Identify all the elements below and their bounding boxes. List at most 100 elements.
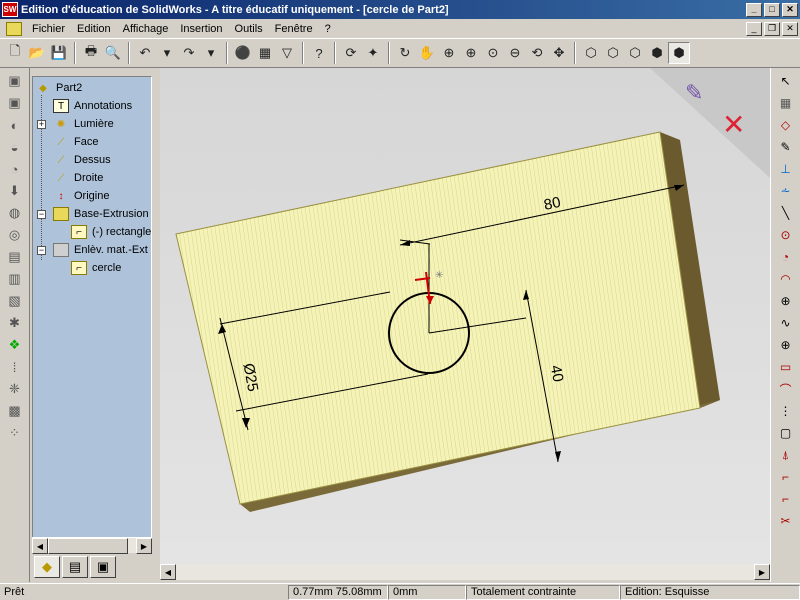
zoom-fit-icon[interactable]: ⊕ bbox=[438, 42, 460, 64]
tree-item-origine[interactable]: ↕ Origine bbox=[53, 187, 110, 205]
view-scroll-left-icon[interactable]: ◀ bbox=[160, 564, 176, 580]
feature-tool-icon[interactable]: ▧ bbox=[5, 292, 25, 310]
feature-tool-icon[interactable]: ▣ bbox=[5, 72, 25, 90]
grid-icon[interactable]: ▦ bbox=[776, 94, 796, 112]
fillet-icon[interactable]: ⌐ bbox=[776, 468, 796, 486]
menu-fenetre[interactable]: Fenêtre bbox=[269, 20, 319, 37]
dimension-icon[interactable]: ⊥ bbox=[776, 160, 796, 178]
feature-tool-icon[interactable]: ⬇ bbox=[5, 182, 25, 200]
viewport-horizontal-scrollbar[interactable]: ◀ ▶ bbox=[160, 564, 770, 580]
circle-icon[interactable]: ⊕ bbox=[776, 292, 796, 310]
line-icon[interactable]: ╲ bbox=[776, 204, 796, 222]
feature-tool-icon[interactable]: ❈ bbox=[5, 380, 25, 398]
tree-item-lumiere[interactable]: ✺ Lumière bbox=[53, 115, 114, 133]
new-icon[interactable]: 🗋 bbox=[4, 42, 26, 64]
feature-tool-icon[interactable]: ◒ bbox=[5, 138, 25, 156]
menu-outils[interactable]: Outils bbox=[229, 20, 269, 37]
feature-tool-icon[interactable]: ▣ bbox=[5, 94, 25, 112]
zoom-area-icon[interactable]: ⊙ bbox=[482, 42, 504, 64]
tree-item-root[interactable]: ◆ Part2 bbox=[35, 79, 82, 97]
doc-restore-button[interactable]: ❐ bbox=[764, 21, 780, 36]
rotate-view-icon[interactable]: ⟲ bbox=[526, 42, 548, 64]
feature-manager-tab-icon[interactable]: ◆ bbox=[34, 556, 60, 578]
menu-affichage[interactable]: Affichage bbox=[117, 20, 175, 37]
wireframe-icon[interactable]: ⬡ bbox=[580, 42, 602, 64]
scroll-right-icon[interactable]: ▶ bbox=[136, 538, 152, 554]
dim-width-label[interactable]: 80 bbox=[542, 194, 562, 214]
tree-item-cut-extrude[interactable]: Enlèv. mat.-Ext bbox=[53, 241, 148, 259]
rectangle-icon[interactable]: ▭ bbox=[776, 358, 796, 376]
spline-icon[interactable]: ∿ bbox=[776, 314, 796, 332]
tree-item-face[interactable]: ⟋ Face bbox=[53, 133, 99, 151]
redo-dropdown-icon[interactable]: ▾ bbox=[200, 42, 222, 64]
print-preview-icon[interactable]: 🔍 bbox=[102, 42, 124, 64]
point-icon[interactable]: ⊙ bbox=[776, 226, 796, 244]
rotate-icon[interactable]: ↻ bbox=[394, 42, 416, 64]
feature-tool-icon[interactable]: ◍ bbox=[5, 204, 25, 222]
tree-item-droite[interactable]: ⟋ Droite bbox=[53, 169, 104, 187]
tree-item-dessus[interactable]: ⟋ Dessus bbox=[53, 151, 111, 169]
document-icon[interactable] bbox=[6, 21, 22, 36]
traffic-light-icon[interactable]: ⚫ bbox=[232, 42, 254, 64]
shaded-icon[interactable]: ⬢ bbox=[668, 42, 690, 64]
tree-item-cercle-sketch[interactable]: ⌐ cercle bbox=[71, 259, 121, 277]
whats-this-icon[interactable]: ? bbox=[308, 42, 330, 64]
hidden-lines-icon[interactable]: ⬡ bbox=[602, 42, 624, 64]
open-icon[interactable]: 📂 bbox=[26, 42, 48, 64]
feature-tool-icon[interactable]: ▩ bbox=[5, 402, 25, 420]
shaded-edges-icon[interactable]: ⬢ bbox=[646, 42, 668, 64]
sketch-pencil-icon[interactable]: ✎ bbox=[776, 138, 796, 156]
pan-icon[interactable]: ✋ bbox=[416, 42, 438, 64]
feature-tool-icon[interactable]: ◐ bbox=[5, 116, 25, 134]
menu-edition[interactable]: Edition bbox=[71, 20, 117, 37]
tree-item-base-extrusion[interactable]: Base-Extrusion bbox=[53, 205, 149, 223]
trim-icon[interactable]: ✂ bbox=[776, 512, 796, 530]
menu-fichier[interactable]: Fichier bbox=[26, 20, 71, 37]
undo-dropdown-icon[interactable]: ▾ bbox=[156, 42, 178, 64]
tree-item-rectangle-sketch[interactable]: ⌐ (-) rectangle bbox=[71, 223, 151, 241]
scroll-thumb[interactable] bbox=[48, 538, 128, 554]
feature-tool-icon[interactable]: ▥ bbox=[5, 270, 25, 288]
offset-icon[interactable]: ▢ bbox=[776, 424, 796, 442]
tree-item-annotations[interactable]: T Annotations bbox=[53, 97, 132, 115]
options-icon[interactable]: ✦ bbox=[362, 42, 384, 64]
print-icon[interactable]: 🖶 bbox=[80, 42, 102, 64]
configuration-manager-tab-icon[interactable]: ▣ bbox=[90, 556, 116, 578]
select-icon[interactable]: ↖ bbox=[776, 72, 796, 90]
minimize-button[interactable]: _ bbox=[746, 2, 762, 17]
tree-horizontal-scrollbar[interactable]: ◀ ▶ bbox=[32, 537, 152, 554]
feature-tool-icon[interactable]: ⁞ bbox=[5, 358, 25, 376]
grid-icon[interactable]: ▦ bbox=[254, 42, 276, 64]
chamfer-icon[interactable]: ⌐ bbox=[776, 490, 796, 508]
filter-icon[interactable]: ▽ bbox=[276, 42, 298, 64]
arc-icon[interactable]: ◔ bbox=[776, 248, 796, 266]
feature-tool-icon[interactable]: ◎ bbox=[5, 226, 25, 244]
relations-icon[interactable]: ⩪ bbox=[776, 182, 796, 200]
polygon-icon[interactable]: ⌒ bbox=[776, 380, 796, 398]
rebuild-icon[interactable]: ⟳ bbox=[340, 42, 362, 64]
model-view[interactable]: 80 40 Ø25 ✳ ✎ ✕ bbox=[160, 68, 770, 565]
feature-tool-icon[interactable]: ⁘ bbox=[5, 424, 25, 442]
eraser-icon[interactable]: ◇ bbox=[776, 116, 796, 134]
redo-icon[interactable]: ↷ bbox=[178, 42, 200, 64]
feature-tool-icon[interactable]: ◔ bbox=[5, 160, 25, 178]
centerline-icon[interactable]: ⋮ bbox=[776, 402, 796, 420]
cancel-sketch-icon[interactable]: ✕ bbox=[722, 108, 745, 141]
save-icon[interactable]: 💾 bbox=[48, 42, 70, 64]
ellipse-icon[interactable]: ⊕ bbox=[776, 336, 796, 354]
mirror-icon[interactable]: ⍋ bbox=[776, 446, 796, 464]
collapse-cut-extrude-icon[interactable]: − bbox=[37, 246, 46, 255]
feature-tool-icon[interactable]: ✱ bbox=[5, 314, 25, 332]
exit-sketch-icon[interactable]: ✎ bbox=[685, 81, 703, 106]
doc-close-button[interactable]: ✕ bbox=[782, 21, 798, 36]
graphics-viewport[interactable]: 80 40 Ø25 ✳ ✎ ✕ bbox=[160, 68, 770, 565]
undo-icon[interactable]: ↶ bbox=[134, 42, 156, 64]
zoom-selection-icon[interactable]: ⊖ bbox=[504, 42, 526, 64]
property-manager-tab-icon[interactable]: ▤ bbox=[62, 556, 88, 578]
menu-help[interactable]: ? bbox=[319, 20, 337, 37]
feature-tool-icon[interactable]: ❖ bbox=[5, 336, 25, 354]
expand-lumiere-icon[interactable]: + bbox=[37, 120, 46, 129]
close-button[interactable]: ✕ bbox=[782, 2, 798, 17]
scroll-left-icon[interactable]: ◀ bbox=[32, 538, 48, 554]
hidden-removed-icon[interactable]: ⬡ bbox=[624, 42, 646, 64]
